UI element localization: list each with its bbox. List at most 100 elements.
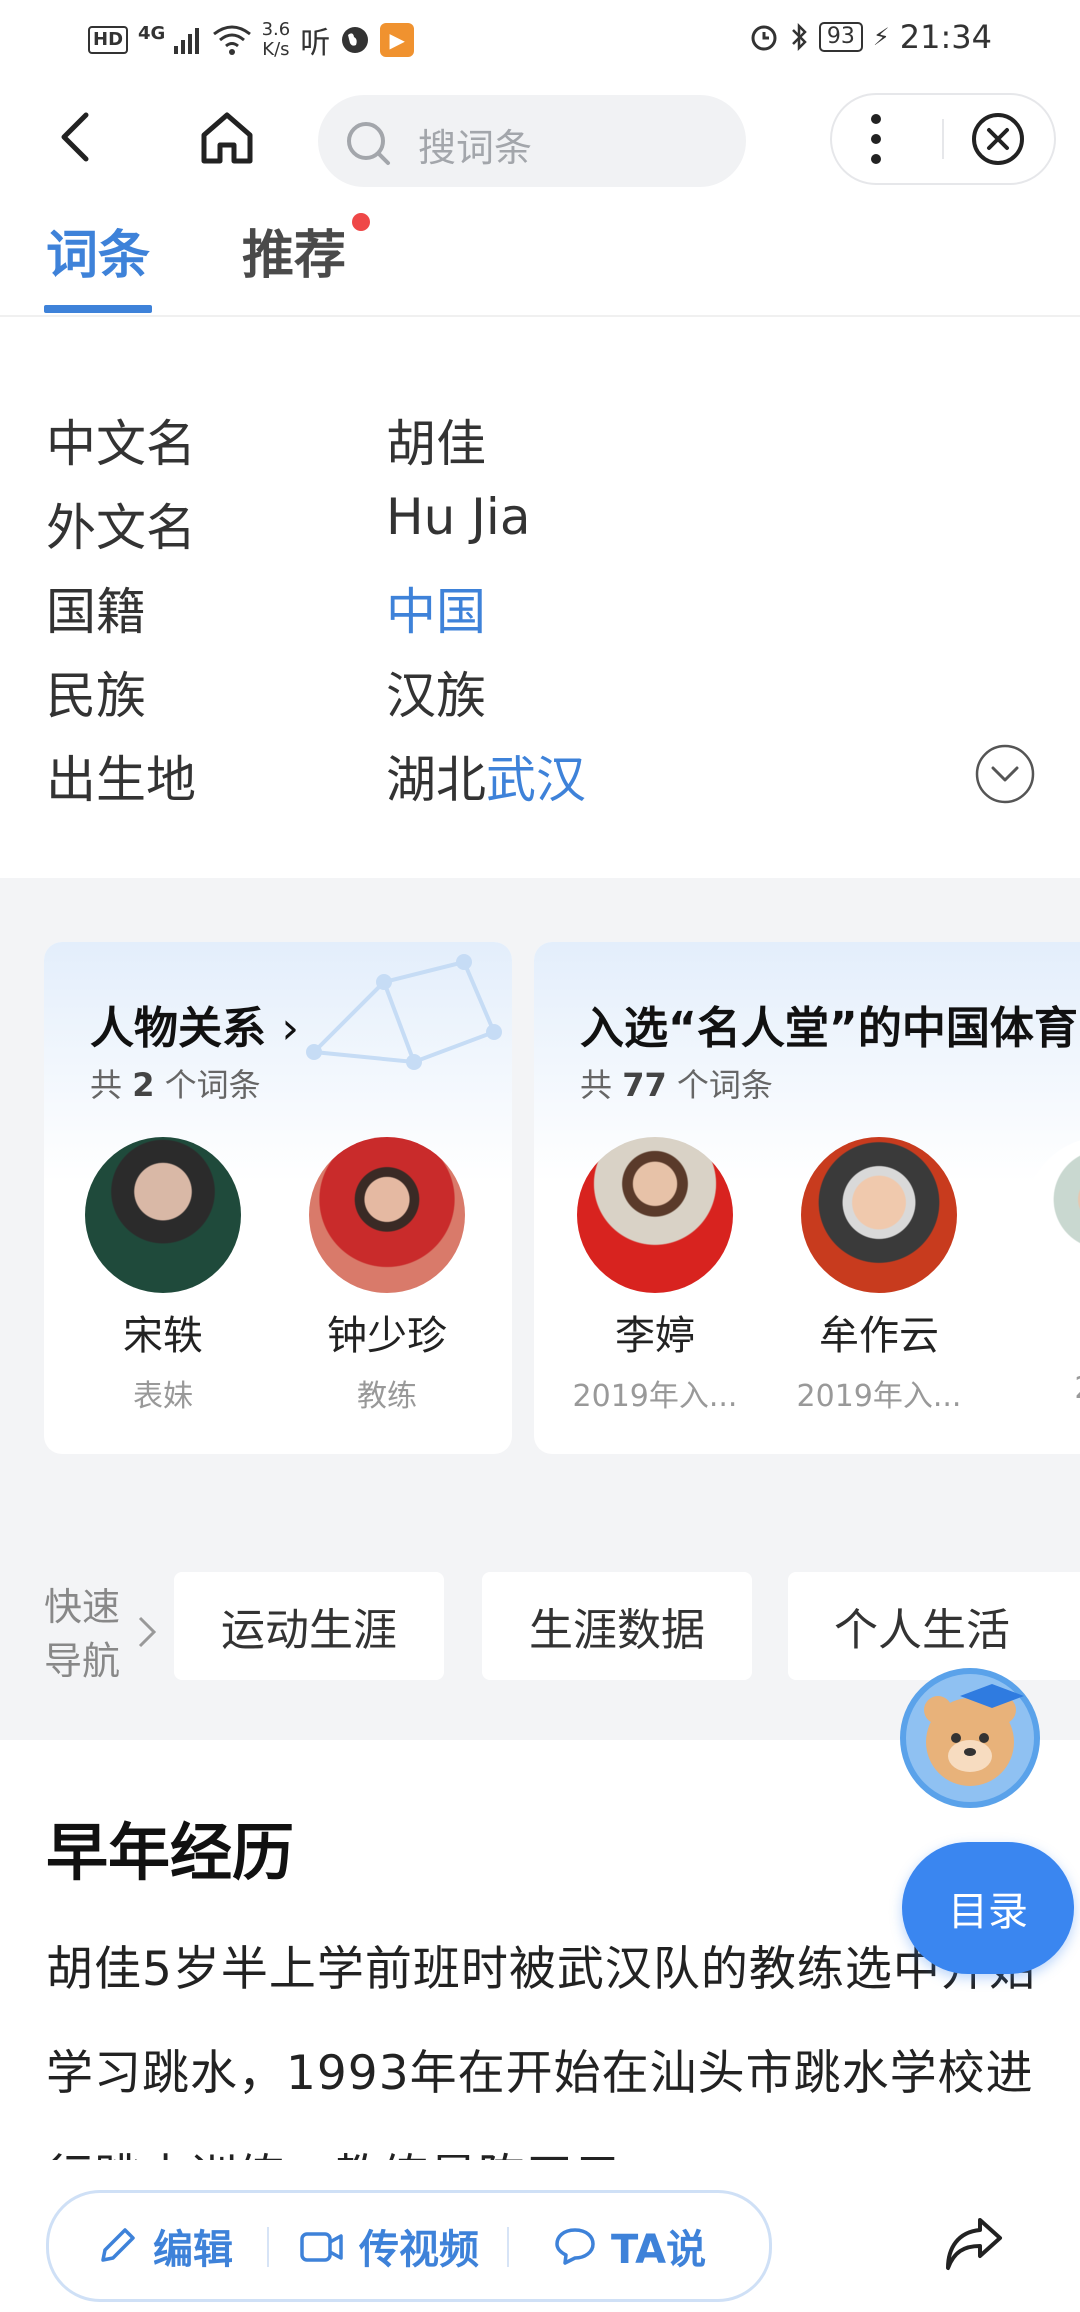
info-value: 汉族 [386,667,486,725]
avatar [85,1137,241,1293]
person-item[interactable]: 牟作云 2019年入... [784,1137,974,1415]
info-value: 湖北武汉 [386,740,586,812]
hd-badge: HD [88,26,129,54]
clock: 21:34 [899,18,992,56]
person-role: 表妹 [133,1379,193,1414]
chevron-right-icon [138,1616,157,1648]
network-speed: 3.6 K/s [262,20,291,60]
person-role: 2019年入... [572,1379,738,1414]
tab-entry[interactable]: 词条 [46,213,150,288]
upload-video-button[interactable]: 传视频 [299,2217,479,2275]
tab-recommend[interactable]: 推荐 [242,213,346,288]
person-name: 牟作云 [819,1313,939,1359]
bottom-action-bar: 编辑 传视频 TA说 [46,2190,772,2302]
nav-bar: 搜词条 [0,85,1080,195]
person-role: 教练 [357,1379,417,1414]
relations-card[interactable]: 人物关系 › 共 2 个词条 宋轶 表妹 钟少珍 教练 [44,942,512,1454]
bluetooth-icon [792,22,807,52]
charging-icon: ⚡ [872,23,890,51]
count-prefix: 共 [580,1066,613,1104]
info-value: Hu Jia [386,488,531,546]
hall-of-fame-card-title[interactable]: 入选“名人堂”的中国体育 [580,992,1078,1056]
person-name: 宋轶 [123,1313,203,1359]
ta-comment-button[interactable]: TA说 [553,2217,706,2275]
quick-nav-label[interactable]: 快速 导航 [44,1580,120,1688]
related-cards-carousel[interactable]: 人物关系 › 共 2 个词条 宋轶 表妹 钟少珍 教练 入选“名人堂”的中国体育… [0,900,1080,1510]
info-key: 出生地 [46,751,196,809]
relations-card-title[interactable]: 人物关系 › [90,992,299,1056]
capsule-divider [942,119,944,159]
nationality-link[interactable]: 中国 [386,572,486,644]
status-bar: HD 4G 3.6 K/s 听 ▶ 93 ⚡ 21:34 [0,0,1080,80]
home-icon[interactable] [196,107,258,169]
hall-of-fame-card[interactable]: 入选“名人堂”的中国体育 共 77 个词条 李婷 2019年入... 牟作云 2… [534,942,1080,1454]
infobox: 中文名 胡佳 外文名 Hu Jia 国籍 中国 民族 汉族 出生地 湖北武汉 [0,318,1080,876]
quick-nav-item[interactable]: 生涯数据 [482,1572,752,1680]
info-key: 外文名 [46,499,196,557]
network-type: 4G [138,23,166,44]
person-item[interactable]: 李 201 [1008,1137,1080,1406]
info-key: 中文名 [46,415,196,473]
miniapp-capsule [830,93,1056,185]
search-placeholder: 搜词条 [418,126,533,170]
person-name: 李婷 [615,1313,695,1359]
person-name: 钟少珍 [327,1313,447,1359]
chat-bubble-icon [555,2228,595,2265]
search-icon [347,122,390,165]
quick-nav-label-line1: 快速 [44,1585,121,1629]
info-key: 国籍 [46,583,146,641]
card-count: 共 2 个词条 [90,1060,261,1106]
more-icon[interactable] [870,111,882,167]
person-item[interactable]: 宋轶 表妹 [68,1137,258,1415]
speed-unit: K/s [262,39,290,60]
network-decoration-icon [306,954,502,1070]
toc-button[interactable]: 目录 [902,1842,1074,1974]
notification-dot [352,213,370,231]
search-input[interactable]: 搜词条 [318,95,746,187]
birthplace-city-link[interactable]: 武汉 [486,751,586,809]
person-item[interactable]: 李婷 2019年入... [560,1137,750,1415]
back-icon[interactable] [48,107,108,167]
quick-nav-item[interactable]: 个人生活 [788,1572,1080,1680]
count-number: 2 [132,1066,155,1104]
avatar [801,1137,957,1293]
info-value: 胡佳 [386,415,486,473]
section-title: 早年经历 [46,1816,295,1889]
count-number: 77 [622,1066,667,1104]
wifi-icon [212,25,251,55]
bear-mascot-icon[interactable] [900,1668,1040,1808]
count-suffix: 个词条 [676,1066,773,1104]
person-role: 2019年入... [796,1379,962,1414]
video-camera-icon [300,2232,343,2262]
chevron-right-icon: › [281,1003,299,1054]
speed-value: 3.6 [261,19,291,40]
count-prefix: 共 [90,1066,123,1104]
info-key: 民族 [46,667,146,725]
listen-app-icon: 听 [300,26,331,61]
avatar [1025,1137,1080,1293]
video-label: 传视频 [359,2227,479,2273]
avatar [309,1137,465,1293]
tab-active-indicator [44,305,152,313]
person-role: 201 [1008,1371,1080,1406]
share-icon[interactable] [940,2212,1006,2278]
globe-icon [342,27,369,53]
birthplace-province: 湖北 [386,751,486,809]
battery-icon: 93 [818,22,863,52]
video-app-icon: ▶ [380,23,415,57]
quick-nav-item[interactable]: 运动生涯 [174,1572,444,1680]
toolbar-separator [507,2227,509,2267]
section-divider [0,878,1080,900]
person-item[interactable]: 钟少珍 教练 [292,1137,482,1415]
person-name: 李 [1008,1303,1080,1361]
alarm-icon [751,25,777,51]
pencil-icon [101,2228,135,2262]
card-title-text: 人物关系 [90,1003,266,1054]
card-count: 共 77 个词条 [580,1060,773,1106]
chevron-down-icon[interactable] [974,743,1036,805]
signal-icon: 4G [138,23,202,54]
close-icon[interactable] [970,111,1026,167]
edit-button[interactable]: 编辑 [95,2217,233,2275]
avatar [577,1137,733,1293]
toolbar-separator [267,2227,269,2267]
